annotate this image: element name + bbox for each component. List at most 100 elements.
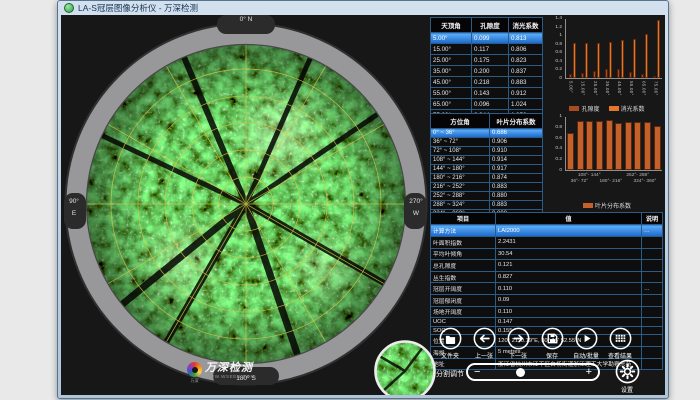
compass-west-degrees: 270° — [406, 198, 426, 205]
grid-icon — [609, 327, 632, 350]
bar-group — [653, 20, 660, 78]
chart-bar — [617, 69, 620, 78]
folder-icon — [439, 327, 462, 350]
table-row[interactable]: 计算方法LAI2000… — [431, 225, 663, 237]
table-row[interactable]: 288° ~ 324°0.883 — [431, 201, 543, 210]
table-row[interactable]: UOC0.147 — [431, 318, 663, 327]
next-image-button[interactable]: 下一张 — [501, 327, 535, 360]
chart-bar — [625, 122, 632, 170]
table-row[interactable]: 25.00°0.1750.823 — [431, 55, 543, 66]
column-header: 值 — [496, 213, 642, 225]
compass-east-degrees: 90° — [64, 198, 84, 205]
chart-bar — [633, 39, 636, 78]
segmentation-slider[interactable]: − + — [466, 363, 600, 381]
y-axis-tick: 1 — [550, 114, 562, 120]
legend-item: 孔隙度 — [569, 104, 599, 113]
save-button[interactable]: 保存 — [535, 327, 569, 360]
table-row[interactable]: 35.00°0.2000.837 — [431, 66, 543, 77]
slider-plus-button[interactable]: + — [586, 366, 592, 378]
chart-bar — [615, 123, 622, 170]
table-row[interactable]: 冠层郁闭度0.09 — [431, 294, 663, 306]
toolbar: 文件夹 上一张 下一张 — [433, 327, 637, 360]
table-row[interactable]: 252° ~ 288°0.880 — [431, 192, 543, 201]
chart-bar — [621, 40, 624, 78]
table-row[interactable]: 144° ~ 180°0.917 — [431, 165, 543, 174]
legend-swatch — [569, 106, 579, 111]
bar-group — [577, 121, 584, 170]
chart-bar — [653, 76, 656, 78]
chart-bar — [641, 74, 644, 78]
x-axis-labels: 108°- 144°252°- 288°36°- 72°180°- 216°32… — [565, 173, 662, 185]
chart-bar — [593, 71, 596, 79]
view-results-button[interactable]: 查看结果 — [603, 327, 637, 360]
table-row[interactable]: 180° ~ 216°0.874 — [431, 174, 543, 183]
folder-button[interactable]: 文件夹 — [433, 327, 467, 360]
legend-swatch — [583, 203, 593, 208]
gear-icon — [615, 359, 640, 384]
auto-batch-button[interactable]: 自动/批量 — [569, 327, 603, 360]
bar-group — [586, 121, 593, 170]
table-row[interactable]: 55.00°0.1430.912 — [431, 88, 543, 99]
bar-group — [625, 122, 632, 170]
table-row[interactable]: 场地开阔度0.110 — [431, 306, 663, 318]
slider-minus-button[interactable]: − — [474, 366, 480, 378]
save-icon — [541, 327, 564, 350]
y-axis-tick: 0.2 — [550, 67, 562, 73]
y-axis-tick: 0 — [550, 168, 562, 174]
brand-logo-block: 万深 — [187, 362, 202, 384]
chart-bar — [657, 20, 660, 78]
app-icon — [64, 3, 74, 13]
zenith-table: 天顶角孔隙度消光系数5.00°0.0990.81315.00°0.1170.80… — [430, 17, 543, 121]
table-row[interactable]: 216° ~ 252°0.883 — [431, 183, 543, 192]
previous-image-button[interactable]: 上一张 — [467, 327, 501, 360]
chart-bar — [581, 73, 584, 78]
window-content: 0° N 180° S 90° E 270° W 天顶角孔隙度消光系数5.00°… — [61, 15, 665, 395]
table-row[interactable]: 冠层开阔度0.110… — [431, 283, 663, 295]
table-row[interactable]: 丛生指数0.827 — [431, 271, 663, 283]
settings-button-label: 设置 — [621, 385, 633, 394]
table-row[interactable]: 0° ~ 36°0.686 — [431, 129, 543, 138]
table-row[interactable]: 65.00°0.0961.024 — [431, 99, 543, 110]
table-row[interactable]: 45.00°0.2180.883 — [431, 77, 543, 88]
column-header: 孔隙度 — [472, 18, 509, 33]
segmentation-controls: 分割调节 − + 设置 — [430, 359, 663, 391]
y-axis-tick: 0.8 — [550, 125, 562, 131]
table-row[interactable]: 72° ~ 108°0.910 — [431, 147, 543, 156]
brand-site: WWW.WSEEN.COM — [205, 374, 255, 379]
chart-bar — [629, 72, 632, 78]
table-row[interactable]: 5.00°0.0990.813 — [431, 33, 543, 44]
bar-group — [606, 120, 613, 170]
porosity-extinction-chart: 00.20.40.60.811.21.45.00°15.00°25.00°35.… — [550, 16, 664, 113]
branding: 万深 万深检测 WWW.WSEEN.COM — [187, 362, 255, 384]
brand-name: 万深检测 — [205, 362, 255, 374]
table-row[interactable]: 叶面积指数2.2431 — [431, 236, 663, 248]
column-header: 方位角 — [431, 114, 490, 129]
slider-thumb[interactable] — [516, 368, 525, 377]
chart-bar — [606, 120, 613, 170]
canopy-thumbnail[interactable] — [373, 339, 437, 395]
bar-group — [617, 40, 624, 78]
column-header: 项目 — [431, 213, 496, 225]
table-row[interactable]: 平均叶倾角30.54 — [431, 248, 663, 260]
y-axis-tick: 0.6 — [550, 136, 562, 142]
settings-button[interactable]: 设置 — [610, 359, 644, 394]
bar-group — [641, 34, 648, 78]
bar-group — [593, 43, 600, 78]
table-row[interactable]: 36° ~ 72°0.906 — [431, 138, 543, 147]
y-axis-tick: 0.2 — [550, 157, 562, 163]
y-axis-tick: 1 — [550, 33, 562, 39]
table-row[interactable]: 108° ~ 144°0.914 — [431, 156, 543, 165]
play-icon — [575, 327, 598, 350]
canopy-fisheye-image — [61, 15, 429, 395]
chart-bar — [654, 126, 661, 170]
title-bar[interactable]: LA-S冠层图像分析仪 - 万深检测 — [58, 1, 668, 15]
chart-bar — [586, 121, 593, 170]
leaf-distribution-chart: 00.20.40.60.81108°- 144°252°- 288°36°- 7… — [550, 114, 664, 210]
bar-group — [567, 133, 574, 170]
chart-bar — [644, 122, 651, 170]
canopy-photo — [61, 15, 429, 395]
table-row[interactable]: 15.00°0.1170.806 — [431, 44, 543, 55]
chart-bar — [569, 74, 572, 78]
desktop: { "window": { "title": "LA-S冠层图像分析仪 - 万深… — [0, 0, 700, 400]
table-row[interactable]: 总孔隙度0.121 — [431, 260, 663, 272]
